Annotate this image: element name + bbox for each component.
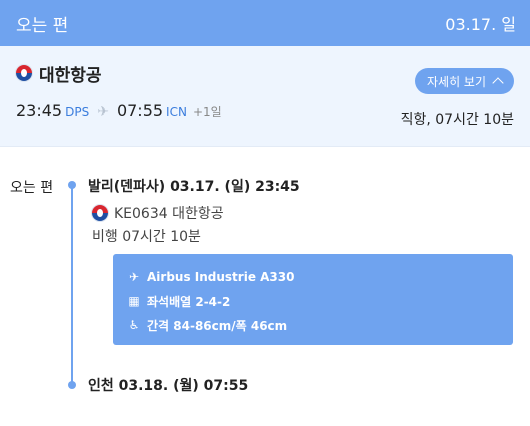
day-offset: +1일: [192, 105, 222, 119]
flight-summary: 대한항공 자세히 보기 23:45 DPS ✈ 07:55 ICN +1일 직항…: [0, 46, 530, 147]
detail-button-label: 자세히 보기: [426, 74, 486, 89]
airline-name: 대한항공: [39, 65, 102, 86]
flight-info: KE0634 대한항공 비행 07시간 10분: [92, 202, 224, 246]
seat-pitch-row: ♿ 간격 84-86cm/폭 46cm: [127, 313, 499, 337]
flight-duration: 비행 07시간 10분: [92, 229, 201, 245]
seat-config: 좌석배열 2-4-2: [147, 294, 231, 309]
grid-icon: ▦: [128, 294, 140, 308]
aircraft-info-box: ✈ Airbus Industrie A330 ▦ 좌석배열 2-4-2 ♿ 간…: [113, 254, 513, 345]
flight-duration-summary: 직항, 07시간 10분: [400, 112, 514, 128]
airplane-icon: ✈: [97, 104, 109, 120]
arrival-dot: [68, 381, 76, 389]
departure-time: 23:45: [16, 101, 63, 120]
flight-header: 오는 편 03.17. 일: [0, 0, 530, 46]
seat-config-row: ▦ 좌석배열 2-4-2: [127, 289, 499, 313]
seat-pitch: 간격 84-86cm/폭 46cm: [147, 318, 288, 333]
airline-logo-icon: [92, 204, 108, 221]
itinerary-timeline: 오는 편 발리(덴파사) 03.17. (일) 23:45 KE0634 대한항…: [0, 147, 530, 394]
wheelchair-icon: ♿: [128, 318, 140, 332]
departure-code: DPS: [65, 105, 90, 119]
arrival-time: 07:55: [116, 101, 164, 120]
airplane-icon: ✈: [128, 270, 140, 284]
arrival-code: ICN: [166, 105, 187, 119]
airline-logo-icon: [16, 65, 32, 81]
timeline-line: [71, 184, 73, 384]
departure-info: 발리(덴파사) 03.17. (일) 23:45: [88, 179, 300, 195]
aircraft-type: Airbus Industrie A330: [147, 270, 295, 284]
arrival-info: 인천 03.18. (월) 07:55: [88, 378, 249, 394]
aircraft-row: ✈ Airbus Industrie A330: [127, 265, 499, 289]
header-date: 03.17. 일: [445, 15, 516, 34]
timeline-label: 오는 편: [10, 180, 54, 196]
flight-number: KE0634 대한항공: [114, 205, 224, 222]
departure-dot: [68, 181, 76, 189]
header-title: 오는 편: [16, 15, 69, 36]
detail-button[interactable]: 자세히 보기: [414, 68, 514, 94]
chevron-up-icon: [492, 77, 504, 89]
